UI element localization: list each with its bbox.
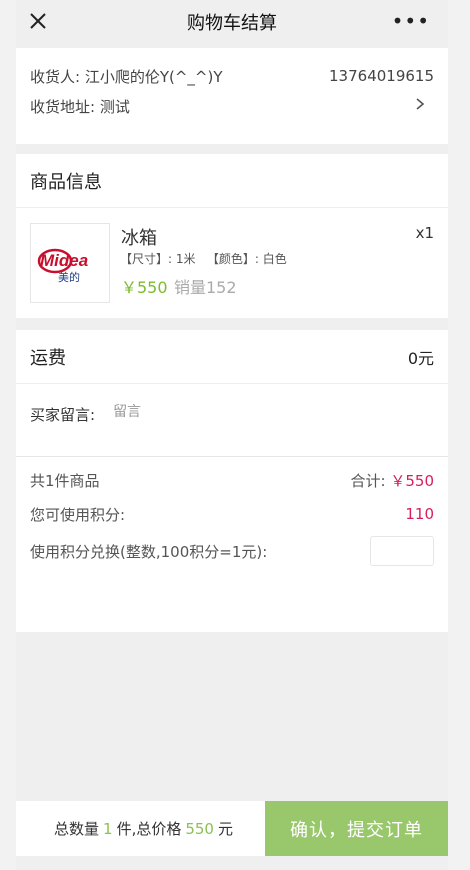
submit-order-button[interactable]: 确认，提交订单: [265, 801, 448, 856]
product-spec: 【尺寸】: 1米 【颜色】: 白色: [120, 252, 287, 266]
freight-row: 运费 0元: [16, 330, 448, 384]
points-row: 您可使用积分: 110: [30, 499, 434, 529]
item-count: 共1件商品: [30, 471, 100, 490]
bottom-bar: 总数量 1 件,总价格 550 元 确认，提交订单: [16, 801, 448, 856]
qty-value: 1: [103, 819, 113, 838]
goods-section-title: 商品信息: [16, 154, 448, 208]
exchange-label: 使用积分兑换(整数,100积分=1元):: [30, 542, 268, 561]
points-value: 110: [405, 505, 434, 523]
freight-value: 0元: [407, 348, 434, 368]
qty-prefix: 总数量: [54, 820, 100, 838]
price-suffix: 元: [217, 820, 233, 838]
address-row: 收货地址: 测试: [30, 92, 434, 120]
exchange-row: 使用积分兑换(整数,100积分=1元):: [30, 529, 434, 573]
product-image: Midea 美的: [30, 223, 110, 303]
qty-suffix: 件,总价格: [116, 820, 182, 838]
total-value: ￥550: [390, 471, 434, 490]
page-title: 购物车结算: [187, 13, 277, 34]
product-name: 冰箱: [121, 228, 157, 249]
total-label: 合计:: [350, 471, 386, 490]
more-icon[interactable]: •••: [392, 11, 430, 31]
points-label: 您可使用积分:: [30, 505, 126, 524]
nav-bar: 购物车结算 •••: [16, 0, 448, 44]
midea-logo: Midea 美的: [37, 248, 88, 284]
receiver-row: 收货人: 江小爬的伦Y(^_^)Y 13764019615: [30, 62, 434, 90]
receiver-label: 收货人:: [30, 67, 81, 86]
svg-text:美的: 美的: [58, 270, 80, 284]
receiver-name: 江小爬的伦Y(^_^)Y: [84, 67, 223, 86]
product-price: ￥550: [121, 278, 168, 297]
address-label: 收货地址:: [30, 97, 96, 116]
message-row: 买家留言:: [16, 384, 448, 456]
page: 购物车结算 ••• 收货人: 江小爬的伦Y(^_^)Y 13764019615 …: [16, 0, 448, 870]
goods-item[interactable]: Midea 美的 冰箱 x1 【尺寸】: 1米 【颜色】: 白色 ￥550 销量…: [16, 208, 448, 318]
points-exchange-input[interactable]: [370, 536, 434, 566]
address-info: 收货地址: 测试: [30, 96, 130, 117]
order-summary: 共1件商品 合计: ￥550 您可使用积分: 110 使用积分兑换(整数,100…: [16, 456, 448, 632]
message-label: 买家留言:: [30, 406, 96, 424]
close-icon[interactable]: [28, 11, 48, 31]
address-card[interactable]: 收货人: 江小爬的伦Y(^_^)Y 13764019615 收货地址: 测试: [16, 48, 448, 144]
message-input[interactable]: [113, 404, 374, 420]
total-group: 合计: ￥550: [351, 470, 434, 491]
address-value: 测试: [99, 97, 130, 116]
price-value: 550: [185, 819, 214, 838]
product-quantity: x1: [415, 224, 434, 242]
order-totals: 总数量 1 件,总价格 550 元: [16, 801, 265, 856]
chevron-right-icon[interactable]: [414, 98, 426, 110]
goods-section: 商品信息 Midea 美的 冰箱 x1 【尺寸】: 1米 【颜色】: 白色 ￥5…: [16, 154, 448, 318]
summary-total-row: 共1件商品 合计: ￥550: [30, 457, 434, 499]
product-sales: 销量152: [174, 278, 237, 297]
receiver-info: 收货人: 江小爬的伦Y(^_^)Y: [30, 66, 223, 87]
receiver-phone: 13764019615: [329, 67, 434, 85]
svg-text:Midea: Midea: [40, 251, 88, 270]
freight-label: 运费: [30, 347, 66, 369]
